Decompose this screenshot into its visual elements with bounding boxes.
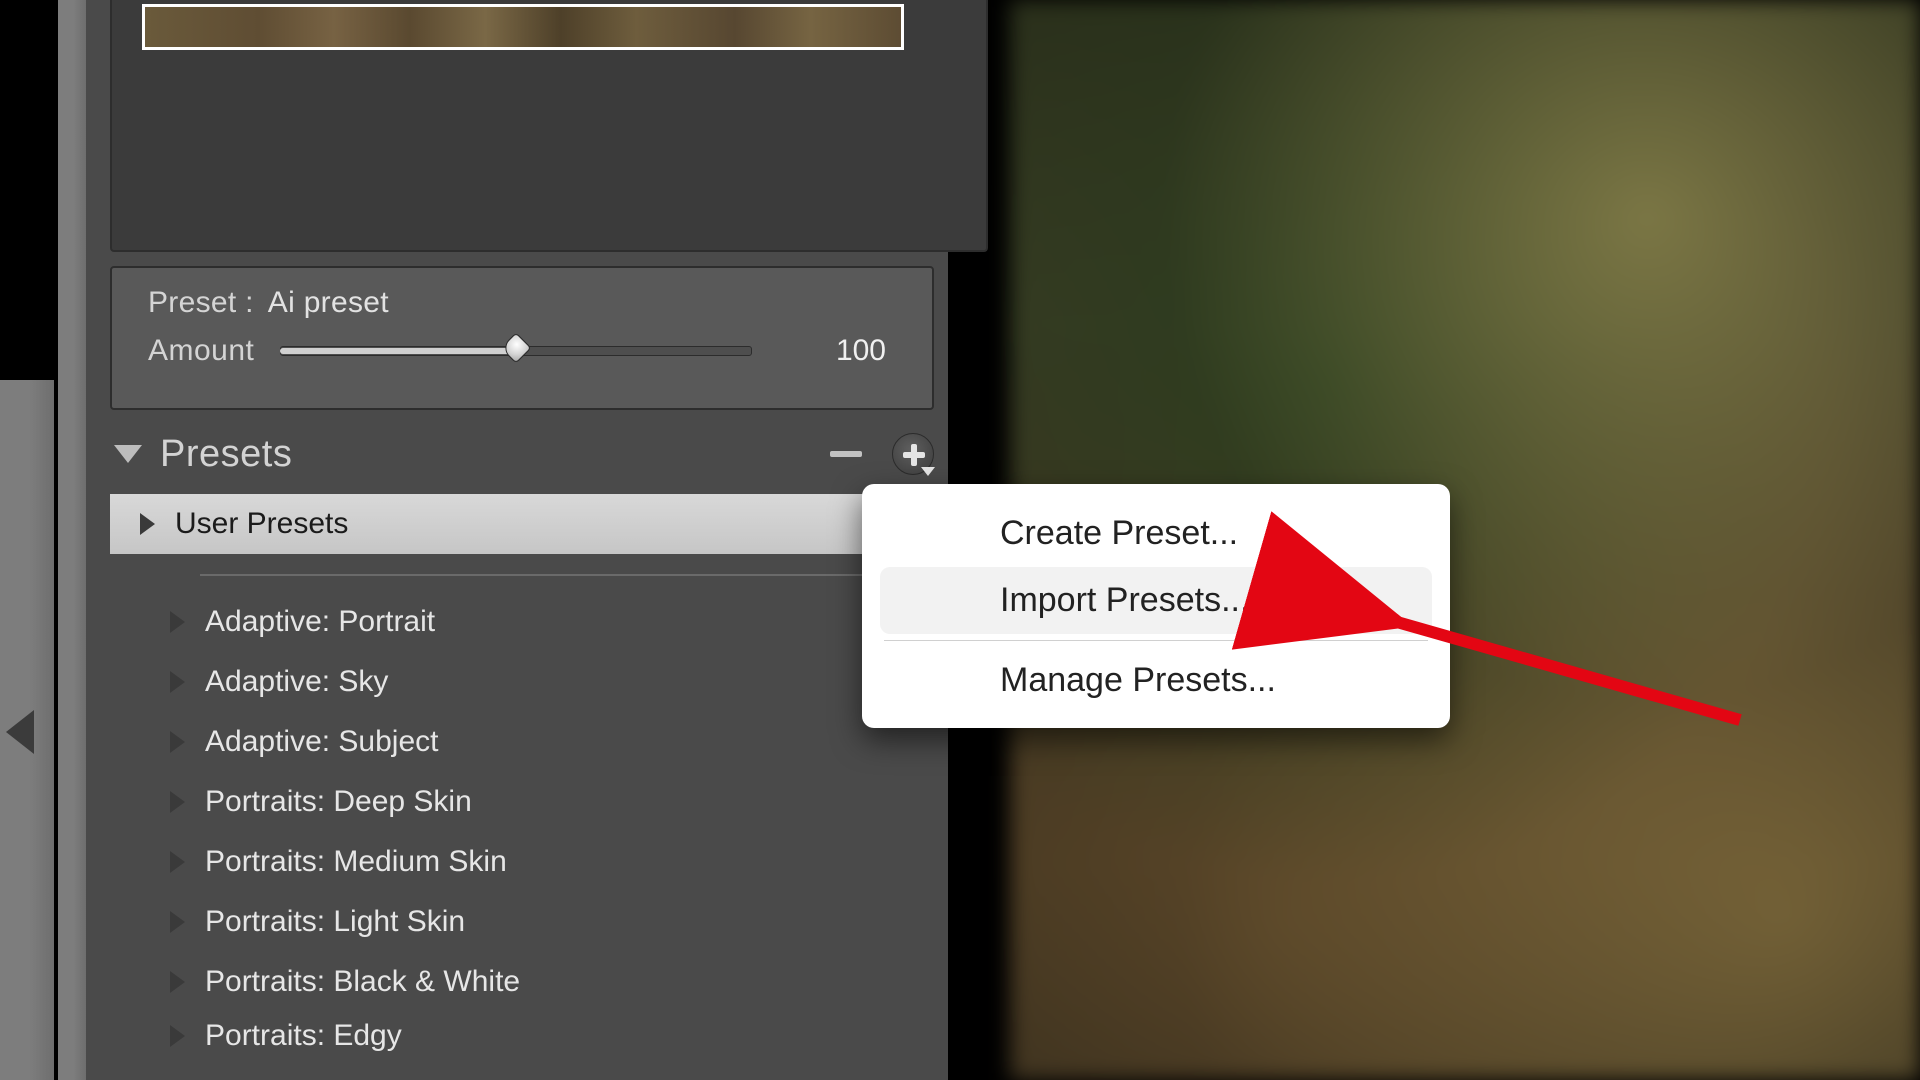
- preset-group-label: Adaptive: Portrait: [205, 605, 435, 639]
- chevron-right-icon: [140, 513, 155, 535]
- chevron-right-icon: [170, 731, 185, 753]
- preset-group-adaptive-portrait[interactable]: Adaptive: Portrait: [110, 592, 934, 652]
- chevron-right-icon: [170, 611, 185, 633]
- preset-group-label: User Presets: [175, 507, 348, 541]
- chevron-right-icon: [170, 971, 185, 993]
- add-preset-context-menu: Create Preset... Import Presets... Manag…: [862, 484, 1450, 728]
- collapse-panel-icon[interactable]: [6, 710, 34, 754]
- preset-group-divider: [200, 574, 920, 576]
- preset-group-portraits-light-skin[interactable]: Portraits: Light Skin: [110, 892, 934, 952]
- preset-group-label: Portraits: Black & White: [205, 965, 520, 999]
- chevron-right-icon: [170, 671, 185, 693]
- preset-group-portraits-deep-skin[interactable]: Portraits: Deep Skin: [110, 772, 934, 832]
- navigator-frame: [110, 0, 988, 252]
- add-preset-button[interactable]: [892, 433, 934, 475]
- navigator-thumbnail[interactable]: [142, 4, 904, 50]
- preset-group-user-presets[interactable]: User Presets: [110, 494, 934, 554]
- preset-group-portraits-black-white[interactable]: Portraits: Black & White: [110, 952, 934, 1012]
- preset-amount-box: Preset : Ai preset Amount 100: [110, 266, 934, 410]
- left-rail: [58, 0, 86, 1080]
- panel-collapse-rail: [0, 380, 54, 1080]
- chevron-right-icon: [170, 791, 185, 813]
- collapse-all-button[interactable]: [830, 451, 862, 457]
- preset-group-label: Portraits: Deep Skin: [205, 785, 472, 819]
- preset-group-label: Portraits: Medium Skin: [205, 845, 507, 879]
- preset-name: Ai preset: [268, 286, 389, 320]
- menu-create-preset[interactable]: Create Preset...: [880, 500, 1432, 567]
- preset-group-label: Portraits: Light Skin: [205, 905, 465, 939]
- menu-manage-presets[interactable]: Manage Presets...: [880, 647, 1432, 714]
- preset-group-adaptive-subject[interactable]: Adaptive: Subject: [110, 712, 934, 772]
- preset-group-label: Adaptive: Sky: [205, 665, 388, 699]
- presets-section-header: Presets: [110, 422, 934, 486]
- menu-separator: [884, 640, 1428, 641]
- chevron-right-icon: [170, 851, 185, 873]
- dropdown-caret-icon: [921, 467, 935, 476]
- chevron-right-icon: [170, 1025, 185, 1047]
- amount-label: Amount: [148, 334, 254, 368]
- preset-groups-list: User Presets Adaptive: Portrait Adaptive…: [110, 494, 934, 1060]
- amount-value: 100: [816, 334, 886, 368]
- amount-slider[interactable]: [280, 337, 752, 365]
- preset-group-portraits-edgy[interactable]: Portraits: Edgy: [110, 1012, 934, 1060]
- preset-group-adaptive-sky[interactable]: Adaptive: Sky: [110, 652, 934, 712]
- presets-title[interactable]: Presets: [160, 433, 292, 476]
- menu-import-presets[interactable]: Import Presets...: [880, 567, 1432, 634]
- preset-group-label: Adaptive: Subject: [205, 725, 438, 759]
- preset-group-portraits-medium-skin[interactable]: Portraits: Medium Skin: [110, 832, 934, 892]
- preset-group-label: Portraits: Edgy: [205, 1019, 402, 1053]
- slider-thumb-icon[interactable]: [501, 332, 532, 363]
- preset-label: Preset :: [148, 286, 254, 320]
- left-panel: Preset : Ai preset Amount 100 Presets: [86, 0, 948, 1080]
- chevron-down-icon[interactable]: [114, 445, 142, 463]
- app-stage: Preset : Ai preset Amount 100 Presets: [0, 0, 1920, 1080]
- chevron-right-icon: [170, 911, 185, 933]
